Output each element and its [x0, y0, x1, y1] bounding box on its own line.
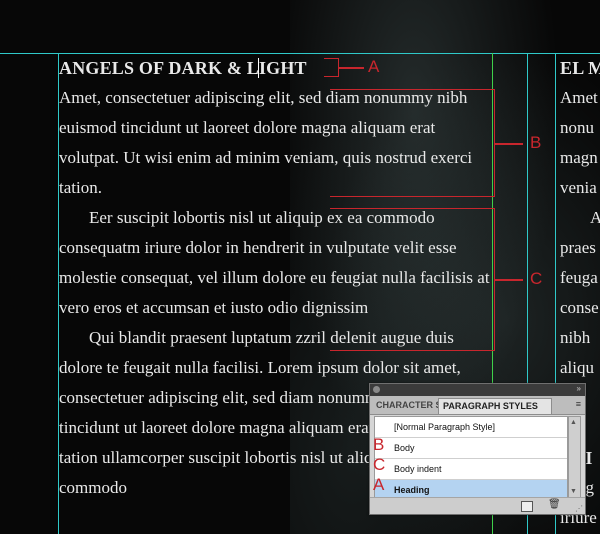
annotation-leader-body — [495, 143, 523, 145]
column-2-line: magn — [560, 148, 598, 167]
heading-text[interactable]: ANGELS OF DARK & LIGHT — [59, 53, 492, 83]
scroll-up-icon[interactable]: ▲ — [570, 419, 577, 426]
new-style-icon[interactable] — [521, 501, 533, 512]
style-row-body[interactable]: Body — [375, 438, 567, 459]
column-2-line: feuga — [560, 268, 598, 287]
column-2-line: conse — [560, 298, 599, 317]
panel-menu-icon[interactable]: ≡ — [576, 399, 581, 409]
column-2-line: nonu — [560, 118, 594, 137]
annotation-letter-c: C — [530, 269, 543, 288]
style-label: Body — [394, 443, 415, 453]
panel-title-bar[interactable]: » — [370, 384, 585, 396]
scroll-down-icon[interactable]: ▼ — [570, 488, 577, 495]
panel-letter-a: A — [373, 475, 385, 494]
annotation-letter-b: B — [530, 133, 542, 152]
annotation-box-heading — [324, 58, 339, 77]
panel-letter-c: C — [373, 455, 386, 474]
style-row-normal[interactable]: [Normal Paragraph Style] — [375, 417, 567, 438]
panel-tabs: CHARACTER STYLES PARAGRAPH STYLES ≡ — [370, 396, 585, 415]
column-2-line: venia — [560, 178, 597, 197]
panel-footer: 🗑 ⋰ — [370, 497, 585, 514]
annotation-box-body-indent — [330, 208, 495, 351]
style-label: Body indent — [394, 464, 442, 474]
heading-text-column-2: EL M — [560, 58, 600, 78]
column-2-line: praes — [560, 238, 596, 257]
panel-letter-b: B — [373, 435, 385, 454]
style-list-scrollbar[interactable]: ▲ ▼ — [568, 416, 581, 498]
style-list: [Normal Paragraph Style] Body Body inden… — [374, 416, 568, 498]
style-row-body-indent[interactable]: Body indent — [375, 459, 567, 480]
tab-character-styles[interactable]: CHARACTER STYLES — [372, 398, 439, 413]
annotation-leader-body-indent — [495, 279, 523, 281]
paragraph-styles-panel[interactable]: » CHARACTER STYLES PARAGRAPH STYLES ≡ [N… — [369, 383, 586, 515]
collapse-icon[interactable]: » — [577, 384, 581, 393]
column-2-line: A — [590, 208, 600, 227]
tab-paragraph-styles[interactable]: PARAGRAPH STYLES — [438, 398, 552, 414]
column-2-line: nibh — [560, 328, 591, 347]
close-icon[interactable] — [373, 386, 380, 393]
style-label: Heading — [394, 485, 430, 495]
text-cursor — [258, 58, 259, 78]
style-label: [Normal Paragraph Style] — [394, 422, 496, 432]
column-2-line: Amet — [560, 88, 598, 107]
annotation-leader-heading — [338, 67, 364, 69]
annotation-box-body — [330, 89, 495, 197]
annotation-letter-a: A — [368, 57, 380, 76]
trash-icon[interactable]: 🗑 — [548, 499, 561, 510]
column-2-line: aliqu — [560, 358, 594, 377]
resize-grip-icon[interactable]: ⋰ — [575, 504, 583, 513]
style-row-heading[interactable]: Heading — [375, 480, 567, 497]
